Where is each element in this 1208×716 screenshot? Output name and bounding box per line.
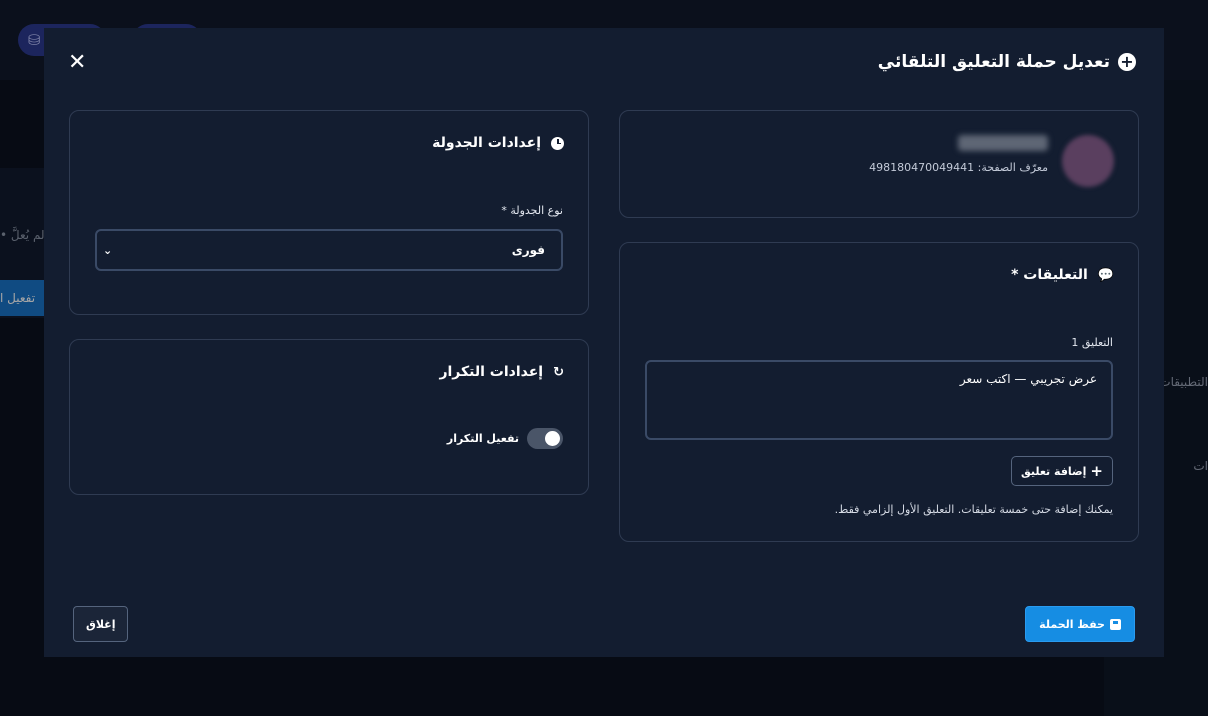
close-icon[interactable]: ✕ — [68, 50, 86, 75]
page-id: معرّف الصفحة: 498180470049441 — [869, 161, 1048, 174]
schedule-type-select[interactable]: فورى ⌄ — [95, 229, 563, 271]
add-comment-button[interactable]: + إضافة تعليق — [1010, 456, 1113, 486]
page-info-card: معرّف الصفحة: 498180470049441 — [619, 110, 1139, 218]
avatar — [1062, 135, 1114, 187]
comment-1-textarea[interactable]: عرض تجريبي — اكتب سعر — [645, 360, 1113, 440]
schedule-title-text: إعدادات الجدولة — [432, 135, 541, 151]
comments-help-text: يمكنك إضافة حتى خمسة تعليقات. التعليق ال… — [834, 503, 1113, 516]
comments-title-text: التعليقات * — [1011, 267, 1088, 283]
save-icon — [1110, 618, 1121, 630]
save-campaign-label: حفظ الحملة — [1039, 617, 1105, 631]
schedule-type-label: نوع الجدولة * — [501, 204, 563, 217]
edit-campaign-modal: + تعديل حملة التعليق التلقائي ✕ معرّف ال… — [44, 28, 1164, 657]
refresh-icon: ↻ — [553, 364, 564, 380]
comments-card: 💬 التعليقات * التعليق 1 عرض تجريبي — اكت… — [619, 242, 1139, 542]
chevron-down-icon: ⌄ — [103, 243, 113, 257]
schedule-settings-card: إعدادات الجدولة نوع الجدولة * فورى ⌄ — [69, 110, 589, 315]
repeat-card-title: ↻ إعدادات التكرار — [439, 364, 564, 380]
page-id-label: معرّف الصفحة: — [977, 161, 1048, 174]
close-button[interactable]: إغلاق — [73, 606, 129, 642]
clock-icon — [551, 136, 564, 150]
add-comment-label: إضافة تعليق — [1020, 464, 1087, 478]
repeat-toggle-label: تفعيل التكرار — [446, 432, 519, 445]
modal-title-text: تعديل حملة التعليق التلقائي — [877, 52, 1110, 72]
schedule-card-title: إعدادات الجدولة — [432, 135, 564, 151]
comments-icon: 💬 — [1097, 267, 1114, 283]
repeat-toggle-row: تفعيل التكرار — [447, 428, 563, 449]
repeat-toggle[interactable] — [527, 428, 563, 449]
page-id-value: 498180470049441 — [869, 161, 975, 174]
repeat-title-text: إعدادات التكرار — [439, 364, 544, 380]
comments-card-title: 💬 التعليقات * — [1011, 267, 1114, 283]
plus-circle-icon: + — [1118, 53, 1136, 71]
plus-icon: + — [1090, 462, 1103, 480]
schedule-type-value: فورى — [511, 243, 545, 257]
comment-1-label: التعليق 1 — [1071, 336, 1113, 349]
save-campaign-button[interactable]: حفظ الحملة — [1025, 606, 1135, 642]
modal-title: + تعديل حملة التعليق التلقائي — [878, 52, 1136, 72]
repeat-settings-card: ↻ إعدادات التكرار تفعيل التكرار — [69, 339, 589, 495]
page-name-blurred — [958, 135, 1048, 151]
toggle-knob — [545, 431, 560, 446]
